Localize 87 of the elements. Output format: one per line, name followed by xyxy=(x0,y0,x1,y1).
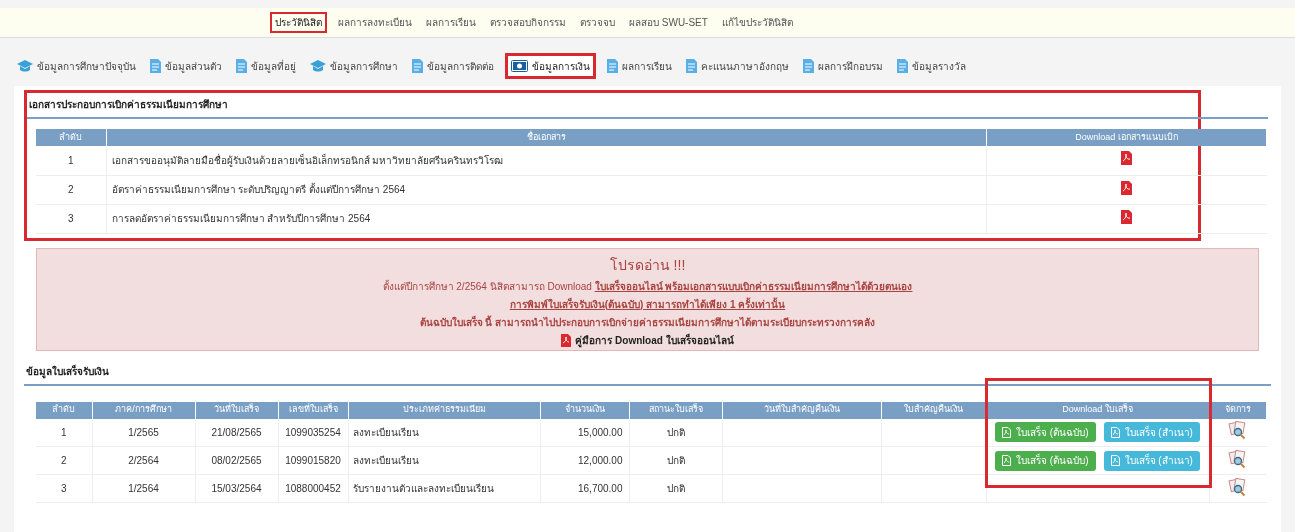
section-title: ข้อมูลใบเสร็จรับเงิน xyxy=(25,363,110,381)
pdf-download-icon[interactable] xyxy=(1121,209,1133,224)
pdf-download-icon[interactable] xyxy=(1121,180,1133,195)
nav-link[interactable]: ตรวจสอบกิจกรรม xyxy=(487,15,569,30)
table-cell: 1/2565 xyxy=(92,418,195,447)
column-header: จัดการ xyxy=(1209,401,1267,419)
table-cell: 12,000.00 xyxy=(540,446,629,475)
table-cell: ปกติ xyxy=(629,418,722,447)
table-cell: 1099015820 xyxy=(278,446,348,475)
column-header: เลขที่ใบเสร็จ xyxy=(278,401,348,419)
document-icon xyxy=(236,59,247,73)
document-icon xyxy=(607,59,618,73)
pdf-icon xyxy=(561,333,572,347)
pdf-download-icon[interactable] xyxy=(1121,151,1133,166)
column-header: Download ใบเสร็จ xyxy=(986,401,1209,419)
pdf-file-icon xyxy=(1002,455,1012,466)
tab[interactable]: ข้อมูลรางวัล xyxy=(894,53,969,79)
tab[interactable]: ข้อมูลการศึกษา xyxy=(307,53,401,79)
table-cell: 2/2564 xyxy=(92,446,195,475)
notice-title: โปรดอ่าน !!! xyxy=(609,255,686,275)
table-cell: ลงทะเบียนเรียน xyxy=(348,446,540,475)
column-header: วันที่ใบเสร็จ xyxy=(195,401,278,419)
table-cell: 15,000.00 xyxy=(540,418,629,447)
document-icon xyxy=(803,59,814,73)
notice-text: ต้นฉบับใบเสร็จ นี้ สามารถนำไปประกอบการเบิกจ่ายค่าธรรมเนียมการศึกษาได้ตามระเบียบกระทรวงการคลัง xyxy=(419,314,876,330)
tab[interactable]: ข้อมูลการติดต่อ xyxy=(409,53,497,79)
table-cell: ลงทะเบียนเรียน xyxy=(348,418,540,447)
link[interactable]: การพิมพ์ใบเสร็จรับเงิน(ต้นฉบับ) สามารถทำได้เพียง 1 ครั้งเท่านั้น xyxy=(509,296,786,312)
link[interactable]: ใบเสร็จออนไลน์ พร้อมเอกสารแบบเบิกค่าธรรมเนียมการศึกษาได้ด้วยตนเอง xyxy=(594,280,913,292)
table-cell: 08/02/2565 xyxy=(195,446,278,475)
graduation-cap-icon xyxy=(310,60,326,72)
table-cell: 3 xyxy=(36,474,92,503)
tab[interactable]: ผลการฝึกอบรม xyxy=(800,53,886,79)
table-cell: 1/2564 xyxy=(92,474,195,503)
pdf-file-icon xyxy=(1002,426,1012,438)
manual-link[interactable]: คู่มือการ Download ใบเสร็จออนไลน์ xyxy=(575,332,734,348)
column-header: ลำดับ xyxy=(36,401,92,419)
document-icon xyxy=(150,59,161,73)
column-header: จำนวนเงิน xyxy=(540,401,629,419)
nav-link[interactable]: ประวัตินิสิต xyxy=(270,12,327,33)
table-cell: 1 xyxy=(36,146,106,175)
table-cell: 16,700.00 xyxy=(540,474,629,503)
section-title: เอกสารประกอบการเบิกค่าธรรมเนียมการศึกษา xyxy=(28,98,229,112)
column-header: ภาค/การศึกษา xyxy=(92,401,195,419)
column-header: ใบสำคัญคืนเงิน xyxy=(881,401,986,419)
table-cell: 15/03/2564 xyxy=(195,474,278,503)
document-icon xyxy=(897,59,908,73)
tab[interactable]: ข้อมูลส่วนตัว xyxy=(147,53,225,79)
table-cell: เอกสารขออนุมัติลายมือชื่อผู้รับเงินด้วยลายเซ็นอิเล็กทรอนิกส์ มหาวิทยาลัยศรีนครินทรวิโรฒ xyxy=(106,146,987,175)
pdf-file-icon xyxy=(1110,455,1120,466)
column-header: ชื่อเอกสาร xyxy=(106,129,987,146)
table-cell: 1099035254 xyxy=(278,418,348,447)
nav-link[interactable]: ผลการลงทะเบียน xyxy=(335,15,415,30)
table-cell: 3 xyxy=(36,204,106,233)
tab[interactable]: ข้อมูลที่อยู่ xyxy=(233,53,299,79)
tab[interactable]: คะแนนภาษาอังกฤษ xyxy=(683,53,792,79)
graduation-cap-icon xyxy=(17,60,33,72)
table-cell: 2 xyxy=(36,446,92,475)
table-cell: อัตราค่าธรรมเนียมการศึกษา ระดับปริญญาตรี ตั้งแต่ปีการศึกษา 2564 xyxy=(106,175,987,204)
document-icon xyxy=(686,59,697,73)
column-header: สถานะใบเสร็จ xyxy=(629,401,722,419)
pdf-file-icon xyxy=(1110,426,1120,438)
nav-link[interactable]: แก้ไขประวัตินิสิต xyxy=(718,15,796,30)
tab[interactable]: ข้อมูลการเงิน xyxy=(505,53,596,79)
column-header: ลำดับ xyxy=(36,129,106,146)
table-cell: ปกติ xyxy=(629,474,722,503)
table-cell: การลดอัตราค่าธรรมเนียมการศึกษา สำหรับปีการศึกษา 2564 xyxy=(106,204,987,233)
column-header: วันที่ใบสำคัญคืนเงิน xyxy=(722,401,881,419)
table-cell: 21/08/2565 xyxy=(195,418,278,447)
magnifier-document-icon[interactable] xyxy=(1228,476,1248,497)
column-header: ประเภทค่าธรรมเนียม xyxy=(348,401,540,419)
table-cell: ปกติ xyxy=(629,446,722,475)
table-cell: 1 xyxy=(36,418,92,447)
column-header: Download เอกสารแนบเบิก xyxy=(986,129,1267,146)
tab[interactable]: ผลการเรียน xyxy=(604,53,675,79)
nav-link[interactable]: ผลสอบ SWU-SET xyxy=(626,15,711,30)
table-cell: 1088000452 xyxy=(278,474,348,503)
document-icon xyxy=(412,59,423,73)
notice-text: ตั้งแต่ปีการศึกษา 2/2564 นิสิตสามารถ Download ใบเสร็จออนไลน์ พร้อมเอกสารแบบเบิกค่าธรรมเนียมการศึกษาได้ด้วยตนเอง xyxy=(382,278,913,294)
nav-link[interactable]: ผลการเรียน xyxy=(423,15,479,30)
magnifier-document-icon[interactable] xyxy=(1228,420,1248,441)
magnifier-document-icon[interactable] xyxy=(1228,448,1248,469)
nav-link[interactable]: ตรวจจบ xyxy=(577,15,618,30)
table-cell: รับรายงานตัวและลงทะเบียนเรียน xyxy=(348,474,540,503)
tab[interactable]: ข้อมูลการศึกษาปัจจุบัน xyxy=(14,53,139,79)
banknote-icon xyxy=(511,60,528,72)
table-cell: 2 xyxy=(36,175,106,204)
